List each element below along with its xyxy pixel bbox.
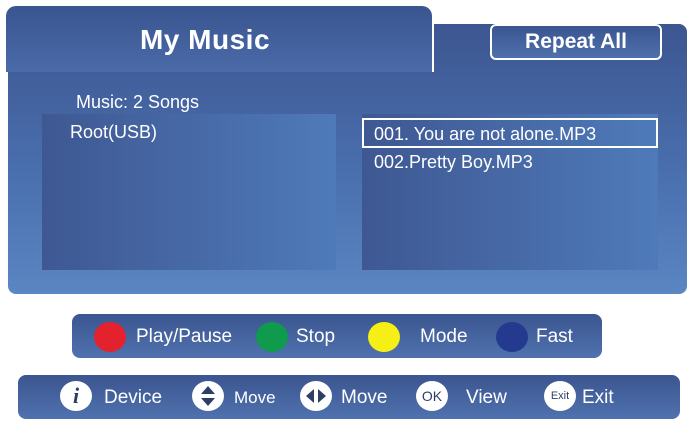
navigation-hint-bar: i Device Move Move OK View Exit Exit — [18, 375, 680, 419]
exit-label: Exit — [582, 387, 614, 408]
red-button-icon[interactable] — [94, 322, 126, 352]
music-count-label: Music: 2 Songs — [76, 92, 200, 112]
fast-label[interactable]: Fast — [536, 326, 573, 348]
title-tab: My Music — [4, 4, 434, 72]
song-list: 001. You are not alone.MP3 002.Pretty Bo… — [362, 114, 658, 270]
folder-list: Root(USB) — [42, 114, 336, 270]
page-title: My Music — [139, 24, 271, 55]
yellow-button-icon[interactable] — [368, 322, 400, 352]
info-icon[interactable]: i — [60, 381, 92, 411]
mode-label[interactable]: Mode — [420, 326, 468, 348]
move-up-down-icon[interactable] — [192, 381, 224, 411]
device-label: Device — [104, 387, 163, 408]
stop-label[interactable]: Stop — [296, 326, 335, 348]
ok-icon[interactable]: OK — [416, 381, 448, 411]
song-item[interactable]: 001. You are not alone.MP3 — [362, 118, 658, 148]
blue-button-icon[interactable] — [496, 322, 528, 352]
folder-item-root[interactable]: Root(USB) — [70, 122, 157, 143]
green-button-icon[interactable] — [256, 322, 288, 352]
play-pause-label[interactable]: Play/Pause — [136, 326, 232, 348]
view-label: View — [466, 387, 507, 408]
move-up-down-label: Move — [234, 388, 276, 407]
exit-icon[interactable]: Exit — [544, 381, 576, 411]
repeat-all-button[interactable]: Repeat All — [490, 24, 662, 60]
playback-control-bar: Play/Pause Stop Mode Fast — [72, 314, 602, 358]
move-left-right-icon[interactable] — [300, 381, 332, 411]
song-item[interactable]: 002.Pretty Boy.MP3 — [362, 148, 533, 178]
move-left-right-label: Move — [341, 387, 388, 408]
